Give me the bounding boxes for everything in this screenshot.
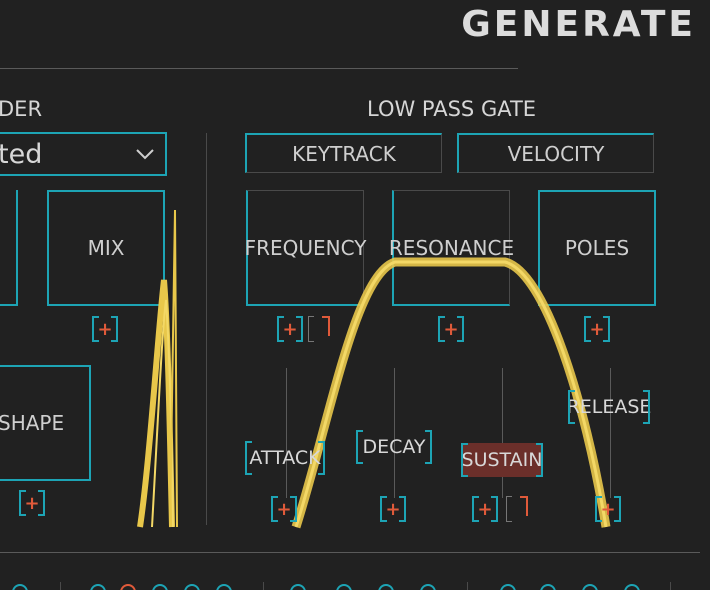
bottom-knob[interactable] [420, 584, 436, 590]
bottom-knob[interactable] [12, 584, 28, 590]
bottom-knob[interactable] [624, 584, 640, 590]
sustain-mod-button[interactable]: + [472, 496, 498, 522]
decay-slider[interactable]: DECAY [356, 430, 432, 464]
decay-label: DECAY [362, 436, 426, 458]
plus-icon: + [477, 498, 493, 520]
bottom-knob[interactable] [500, 584, 516, 590]
row-divider [467, 582, 468, 590]
sustain-label: SUSTAIN [461, 449, 543, 471]
bottom-knob[interactable] [378, 584, 394, 590]
bottom-knob[interactable] [184, 584, 200, 590]
bottom-knob[interactable] [120, 584, 136, 590]
bottom-knob[interactable] [216, 584, 232, 590]
plus-icon: + [276, 498, 292, 520]
bottom-knob[interactable] [290, 584, 306, 590]
sustain-mod-extra[interactable] [506, 496, 528, 522]
row-divider [670, 582, 671, 590]
plus-icon: + [600, 498, 616, 520]
attack-label: ATTACK [249, 447, 321, 469]
bottom-knob[interactable] [336, 584, 352, 590]
release-slider[interactable]: RELEASE [566, 390, 652, 424]
plus-icon: + [385, 498, 401, 520]
release-label: RELEASE [566, 396, 652, 418]
attack-mod-button[interactable]: + [271, 496, 297, 522]
row-divider [263, 582, 264, 590]
bottom-knob[interactable] [152, 584, 168, 590]
bottom-knob[interactable] [582, 584, 598, 590]
bottom-knob[interactable] [540, 584, 556, 590]
bottom-knob-row [0, 582, 710, 590]
bottom-knob[interactable] [90, 584, 106, 590]
row-divider [60, 582, 61, 590]
footer-divider [0, 552, 700, 553]
attack-slider[interactable]: ATTACK [245, 441, 325, 475]
sustain-slider[interactable]: SUSTAIN [461, 443, 543, 477]
decay-mod-button[interactable]: + [380, 496, 406, 522]
release-mod-button[interactable]: + [595, 496, 621, 522]
